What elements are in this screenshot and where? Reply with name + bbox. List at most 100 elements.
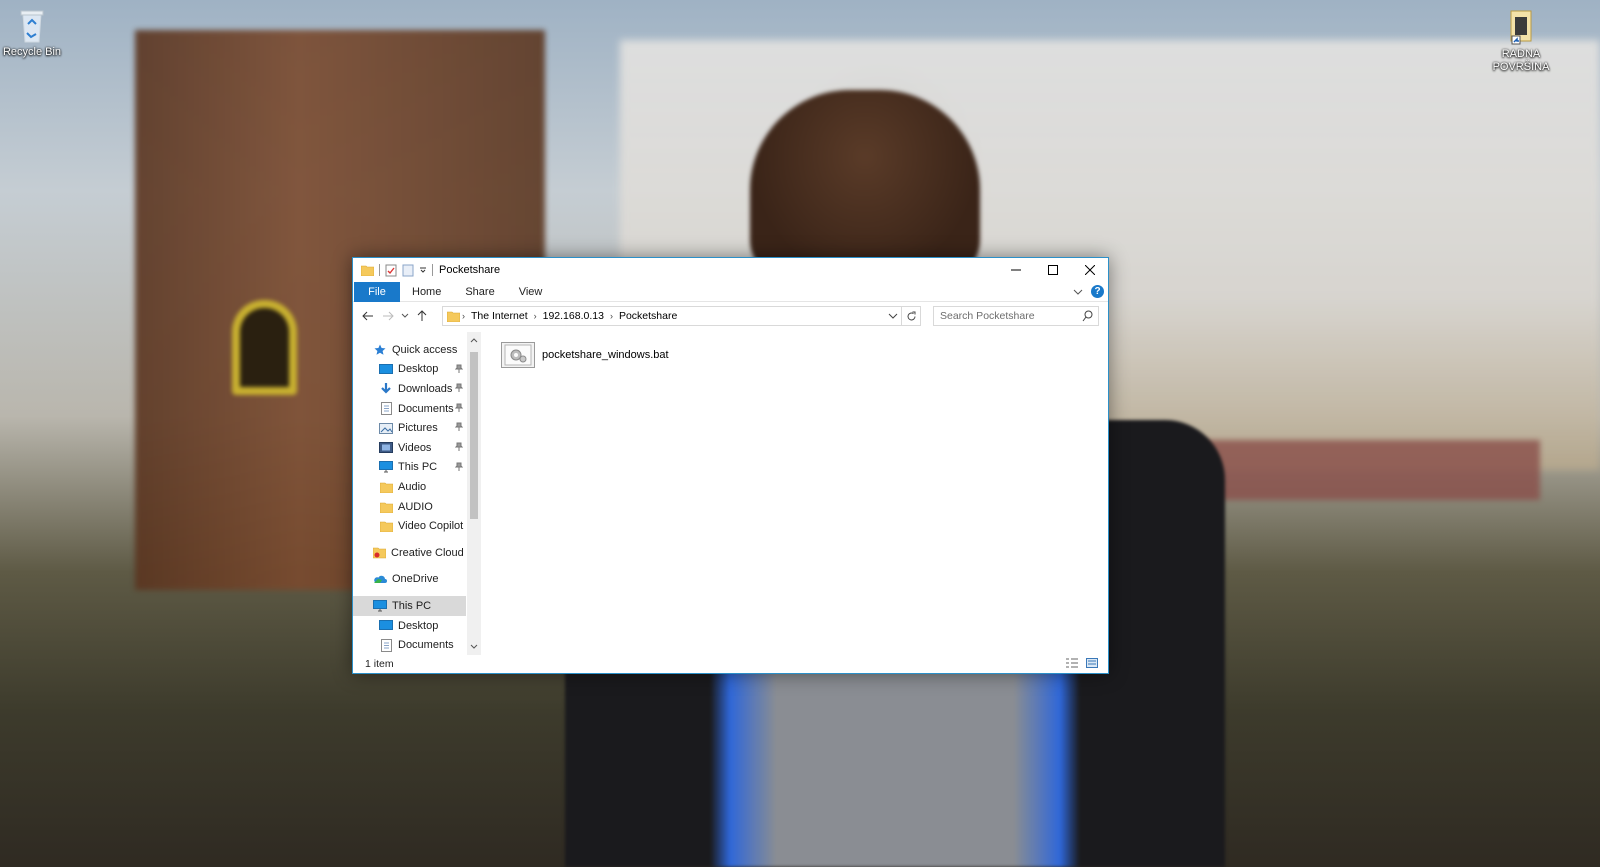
new-folder-icon[interactable]: [402, 264, 414, 277]
help-icon[interactable]: ?: [1091, 285, 1104, 298]
file-item[interactable]: pocketshare_windows.bat: [501, 342, 669, 368]
breadcrumb-separator[interactable]: ›: [460, 311, 467, 321]
desktop-icon-recycle-bin[interactable]: Recycle Bin: [0, 6, 64, 59]
nav-item-label: Downloads: [398, 382, 453, 395]
status-bar: 1 item: [353, 655, 1108, 673]
pin-icon[interactable]: [455, 403, 463, 412]
nav-item-label: Creative Cloud Fil: [391, 546, 466, 559]
navigation-bar: › The Internet › 192.168.0.13 › Pocketsh…: [353, 302, 1108, 330]
chevron-up-icon: [470, 338, 478, 343]
arrow-up-icon: [417, 310, 427, 321]
tab-view[interactable]: View: [507, 282, 555, 302]
nav-item-audio-upper[interactable]: AUDIO: [353, 497, 466, 517]
nav-item-label: Documents: [398, 639, 454, 652]
tab-home[interactable]: Home: [400, 282, 453, 302]
nav-this-pc-desktop[interactable]: Desktop: [353, 616, 466, 636]
nav-pane-scrollbar[interactable]: [467, 332, 481, 655]
navigation-pane[interactable]: Quick access Desktop Downloads Documents…: [353, 332, 466, 655]
nav-item-label: Pictures: [398, 422, 438, 435]
computer-icon: [373, 599, 387, 613]
chevron-down-icon: [401, 313, 409, 318]
desktop-icon-label: Recycle Bin: [2, 46, 62, 58]
nav-item-documents[interactable]: Documents: [353, 399, 466, 419]
nav-item-label: This PC: [398, 461, 438, 474]
window-title: Pocketshare: [439, 264, 501, 276]
ribbon-tabs: File Home Share View ?: [353, 281, 1108, 302]
star-icon: [373, 343, 387, 357]
expand-ribbon-icon[interactable]: [1073, 288, 1083, 296]
nav-item-downloads[interactable]: Downloads: [353, 379, 466, 399]
nav-item-pictures[interactable]: Pictures: [353, 418, 466, 438]
minimize-button[interactable]: [997, 258, 1034, 282]
close-button[interactable]: [1071, 258, 1108, 282]
wallpaper-person-head: [750, 90, 980, 280]
scrollbar-thumb[interactable]: [470, 352, 478, 519]
desktop-icon-radna-povrsina[interactable]: RADNA POVRŠINA: [1488, 8, 1554, 74]
creative-cloud-folder-icon: [373, 546, 386, 560]
up-button[interactable]: [412, 306, 432, 326]
nav-item-label: Desktop: [398, 363, 439, 376]
maximize-icon: [1047, 265, 1058, 275]
breadcrumb-pocketshare[interactable]: Pocketshare: [615, 310, 681, 322]
download-icon: [379, 382, 393, 396]
properties-icon[interactable]: [385, 264, 397, 277]
nav-item-label: Audio: [398, 480, 427, 493]
details-view-icon[interactable]: [1066, 658, 1078, 668]
batch-file-icon: [501, 342, 535, 368]
nav-creative-cloud-files[interactable]: Creative Cloud Fil: [353, 543, 466, 563]
chevron-down-icon[interactable]: [419, 266, 427, 274]
refresh-icon: [907, 311, 915, 320]
pictures-icon: [379, 421, 393, 435]
nav-item-desktop[interactable]: Desktop: [353, 360, 466, 380]
tab-share[interactable]: Share: [453, 282, 506, 302]
close-icon: [1084, 265, 1095, 275]
item-count: 1 item: [365, 658, 394, 670]
divider: [379, 264, 380, 276]
documents-icon: [379, 638, 393, 652]
forward-button[interactable]: [378, 306, 398, 326]
wallpaper-tower-arch: [232, 300, 297, 395]
breadcrumb-ip-address[interactable]: 192.168.0.13: [539, 310, 608, 322]
large-icons-view-icon[interactable]: [1086, 658, 1098, 668]
address-bar[interactable]: › The Internet › 192.168.0.13 › Pocketsh…: [442, 306, 921, 326]
pin-icon[interactable]: [455, 442, 463, 451]
recent-locations-button[interactable]: [398, 306, 412, 326]
folder-icon: [447, 311, 460, 322]
scroll-down-button[interactable]: [467, 640, 481, 654]
search-icon: [1082, 310, 1093, 322]
nav-item-video-copilot[interactable]: Video Copilot: [353, 516, 466, 536]
refresh-button[interactable]: [901, 307, 920, 325]
back-button[interactable]: [358, 306, 378, 326]
breadcrumb-the-internet[interactable]: The Internet: [467, 310, 532, 322]
nav-quick-access[interactable]: Quick access: [353, 340, 466, 360]
breadcrumb-separator[interactable]: ›: [608, 311, 615, 321]
address-history-dropdown-icon[interactable]: [888, 309, 898, 323]
folder-icon: [379, 480, 393, 494]
title-bar[interactable]: Pocketshare: [353, 258, 1108, 282]
nav-item-label: Desktop: [398, 619, 439, 632]
nav-this-pc[interactable]: This PC: [353, 596, 466, 616]
computer-icon: [379, 460, 393, 474]
nav-this-pc-documents[interactable]: Documents: [353, 635, 466, 655]
scroll-up-button[interactable]: [467, 333, 481, 347]
explorer-body: Quick access Desktop Downloads Documents…: [353, 332, 1108, 655]
search-box[interactable]: Search Pocketshare: [933, 306, 1099, 326]
divider: [432, 264, 433, 276]
pin-icon[interactable]: [455, 383, 463, 393]
nav-item-this-pc-pinned[interactable]: This PC: [353, 458, 466, 478]
file-list[interactable]: pocketshare_windows.bat: [493, 332, 1108, 655]
file-explorer-window[interactable]: Pocketshare File Home Share View ? › The…: [352, 257, 1109, 674]
window-controls: [997, 258, 1108, 282]
pin-icon[interactable]: [455, 364, 463, 373]
nav-onedrive[interactable]: OneDrive: [353, 570, 466, 590]
tab-file[interactable]: File: [354, 281, 400, 302]
breadcrumb-separator[interactable]: ›: [532, 311, 539, 321]
nav-item-videos[interactable]: Videos: [353, 438, 466, 458]
pin-icon[interactable]: [455, 462, 463, 471]
quick-access-toolbar: [353, 258, 433, 282]
arrow-right-icon: [383, 311, 394, 321]
nav-item-label: Videos: [398, 441, 432, 454]
pin-icon[interactable]: [455, 422, 463, 432]
nav-item-audio[interactable]: Audio: [353, 477, 466, 497]
maximize-button[interactable]: [1034, 258, 1071, 282]
